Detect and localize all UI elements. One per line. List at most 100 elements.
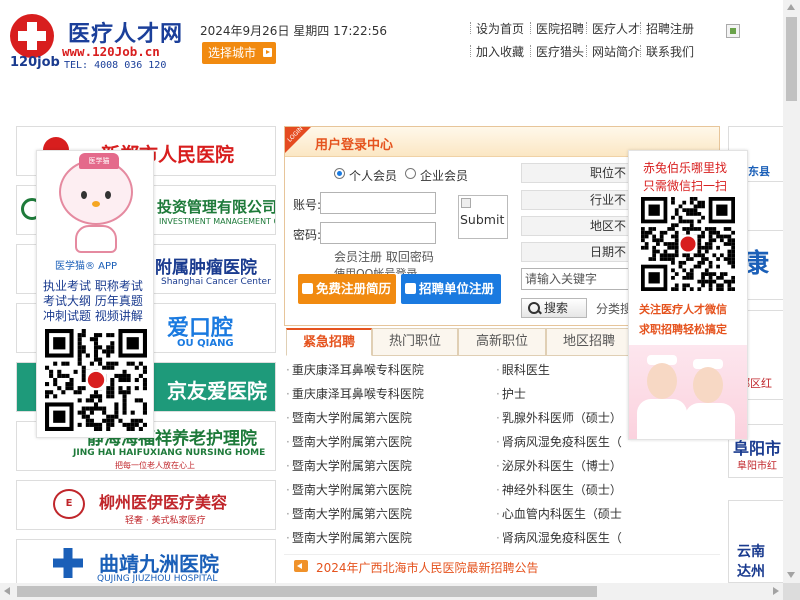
- job-position-link[interactable]: 泌尿外科医生（博士）: [496, 457, 622, 474]
- tab-urgent-jobs[interactable]: 紧急招聘: [286, 328, 372, 356]
- industry-select[interactable]: 行业不: [521, 190, 631, 210]
- account-label: 账号:: [293, 198, 322, 212]
- login-title: 用户登录中心: [315, 138, 394, 153]
- job-position-link[interactable]: 神经外科医生（硕士）: [496, 481, 622, 498]
- edit-icon: [405, 283, 416, 294]
- horizontal-scrollbar[interactable]: [0, 583, 783, 600]
- right-ad-sub: 阜阳市红: [737, 461, 777, 472]
- ad-subtitle: 轻奢 · 美式私家医疗: [125, 516, 206, 526]
- job-hospital-link[interactable]: 重庆康泽耳鼻喉专科医院: [286, 361, 424, 378]
- scroll-down-icon[interactable]: [787, 572, 795, 578]
- link-contact-us[interactable]: 联系我们: [640, 43, 694, 60]
- wechat-promo-2: 求职招聘轻松搞定: [639, 323, 727, 336]
- scroll-thumb[interactable]: [786, 17, 797, 101]
- app-name-label: 医学猫® APP: [55, 261, 118, 272]
- mascot-body: [75, 225, 117, 253]
- job-hospital-link[interactable]: 暨南大学附属第六医院: [286, 433, 412, 450]
- category-search-link[interactable]: 分类搜: [596, 300, 632, 317]
- ad-subtitle: INVESTMENT MANAGEMENT CO.,LTD.: [159, 217, 275, 226]
- job-position-link[interactable]: 护士: [496, 385, 526, 402]
- wechat-qr-code-icon: [641, 197, 735, 291]
- keyword-input[interactable]: 请输入关键字: [521, 268, 631, 290]
- ad-subtitle: JING HAI HAIFUXIANG NURSING HOME: [73, 448, 266, 458]
- submit-label: Submit: [460, 212, 505, 227]
- register-retrieve-links[interactable]: 会员注册 取回密码: [334, 248, 434, 265]
- button-label: 招聘单位注册: [419, 281, 495, 296]
- link-about-site[interactable]: 网站简介: [586, 43, 640, 60]
- date-select[interactable]: 日期不: [521, 242, 631, 262]
- ad-title: 曲靖九洲医院: [99, 552, 219, 576]
- scrollbar-corner: [783, 583, 800, 600]
- position-select[interactable]: 职位不: [521, 163, 631, 183]
- job-hospital-link[interactable]: 暨南大学附属第六医院: [286, 505, 412, 522]
- link-medical-talent[interactable]: 医疗人才: [586, 20, 640, 37]
- job-hospital-link[interactable]: 重庆康泽耳鼻喉专科医院: [286, 385, 424, 402]
- button-label: 免费注册简历: [316, 281, 392, 296]
- ad-liuzhou-cosmetic[interactable]: E 柳州医伊医疗美容 轻奢 · 美式私家医疗: [16, 480, 276, 530]
- scroll-up-icon[interactable]: [787, 4, 795, 10]
- ad-subtitle: Shanghai Cancer Center: [161, 277, 271, 287]
- free-register-resume-button[interactable]: 免费注册简历: [298, 274, 396, 304]
- password-input[interactable]: [320, 222, 436, 244]
- logo-text: 120job: [10, 55, 60, 70]
- job-position-link[interactable]: 心血管内科医生（硕士: [496, 505, 622, 522]
- link-recruit-register[interactable]: 招聘注册: [640, 20, 694, 37]
- right-ad-5[interactable]: 云南 达州: [728, 500, 784, 583]
- tab-hot-positions[interactable]: 热门职位: [372, 328, 458, 356]
- personal-member-label[interactable]: 个人会员: [349, 167, 397, 184]
- notice-link[interactable]: 2024年广西北海市人民医院最新招聘公告: [316, 559, 539, 576]
- region-select[interactable]: 地区不: [521, 216, 631, 236]
- scroll-thumb[interactable]: [17, 586, 597, 597]
- search-button[interactable]: 搜索: [521, 298, 587, 318]
- site-tel: TEL: 4008 036 120: [64, 60, 167, 71]
- app-qr-float-panel[interactable]: 医学猫 医学猫® APP 执业考试 职称考试 考试大纲 历年真题 冲刺试题 视频…: [36, 150, 154, 438]
- ad-title: 柳州医伊医疗美容: [99, 493, 228, 512]
- select-city-button[interactable]: 选择城市: [202, 42, 276, 64]
- right-ad-label: 云南: [737, 544, 765, 560]
- notice-bar: 2024年广西北海市人民医院最新招聘公告: [284, 554, 720, 576]
- hospital-cross-icon: [53, 548, 83, 578]
- nurses-image: [629, 345, 747, 439]
- job-position-link[interactable]: 肾病风湿免疫科医生（: [496, 433, 622, 450]
- wechat-line-2: 只需微信扫一扫: [643, 179, 728, 193]
- broken-image-icon[interactable]: [726, 24, 740, 38]
- user-icon: [302, 283, 313, 294]
- link-add-favorite[interactable]: 加入收藏: [470, 43, 524, 60]
- logo-cross-icon[interactable]: [10, 14, 54, 58]
- company-member-label[interactable]: 企业会员: [420, 167, 468, 184]
- ad-subtitle: OU QIANG: [177, 338, 234, 349]
- speaker-icon: [294, 560, 308, 572]
- wechat-qr-float-panel[interactable]: 赤兔伯乐哪里找 只需微信扫一扫 关注医疗人才微信 求职招聘轻松搞定: [628, 150, 748, 440]
- link-hospital-jobs[interactable]: 医院招聘: [530, 20, 584, 37]
- scroll-left-icon[interactable]: [4, 587, 10, 595]
- current-datetime: 2024年9月26日 星期四 17:22:56: [200, 24, 387, 38]
- scroll-right-icon[interactable]: [773, 587, 779, 595]
- job-position-link[interactable]: 乳腺外科医师（硕士）: [496, 409, 622, 426]
- ad-title: 附属肿瘤医院: [155, 258, 257, 278]
- qq-login-link[interactable]: 使用QQ帐号登录: [334, 265, 417, 274]
- link-headhunter[interactable]: 医疗猎头: [530, 43, 584, 60]
- employer-register-button[interactable]: 招聘单位注册: [401, 274, 501, 304]
- broken-image-icon: [461, 198, 471, 208]
- vertical-scrollbar[interactable]: [783, 0, 800, 600]
- wechat-line-1: 赤兔伯乐哪里找: [643, 161, 728, 175]
- wechat-promo-1: 关注医疗人才微信: [639, 303, 727, 316]
- link-set-homepage[interactable]: 设为首页: [470, 20, 524, 37]
- personal-member-radio[interactable]: [334, 168, 345, 179]
- job-position-link[interactable]: 眼科医生: [496, 361, 550, 378]
- ad-qujing-hospital[interactable]: 曲靖九洲医院 QUJING JIUZHOU HOSPITAL: [16, 539, 276, 589]
- job-position-link[interactable]: 肾病风湿免疫科医生（: [496, 529, 622, 546]
- tab-high-pay[interactable]: 高新职位: [458, 328, 546, 356]
- job-hospital-link[interactable]: 暨南大学附属第六医院: [286, 481, 412, 498]
- site-url: www.120Job.cn: [62, 44, 160, 59]
- job-hospital-link[interactable]: 暨南大学附属第六医院: [286, 457, 412, 474]
- exam-links-line[interactable]: 冲刺试题 视频讲解: [43, 307, 143, 324]
- ad-slogan: 把每一位老人放在心上: [115, 461, 195, 470]
- job-hospital-link[interactable]: 暨南大学附属第六医院: [286, 409, 412, 426]
- job-hospital-link[interactable]: 暨南大学附属第六医院: [286, 529, 412, 546]
- submit-button[interactable]: Submit: [458, 195, 508, 239]
- account-input[interactable]: [320, 192, 436, 214]
- ad-title: 京友爱医院: [167, 379, 267, 403]
- company-member-radio[interactable]: [405, 168, 416, 179]
- tab-regional-jobs[interactable]: 地区招聘: [546, 328, 632, 356]
